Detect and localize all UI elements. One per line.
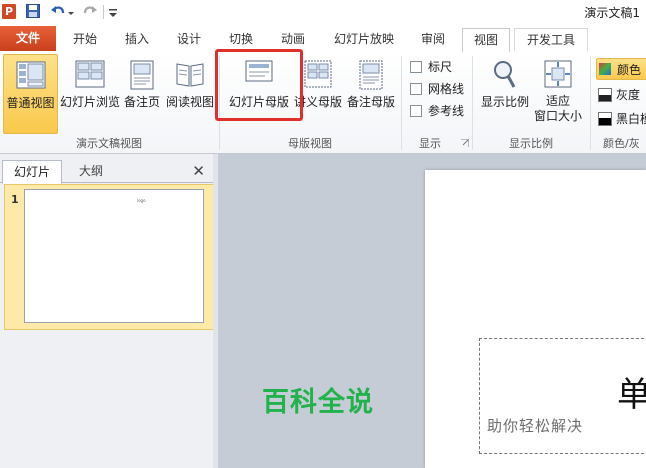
slide-sorter-label: 幻灯片浏览 — [59, 95, 120, 109]
grayscale-swatch-icon — [598, 88, 612, 102]
title-bar: P 演示文稿1 — [0, 0, 646, 25]
color-swatch-icon — [599, 63, 611, 75]
notes-page-button[interactable]: 备注页 — [122, 54, 162, 132]
reading-view-button[interactable]: 阅读视图 — [164, 54, 216, 132]
notes-page-icon — [130, 60, 154, 90]
undo-dropdown-icon[interactable] — [67, 4, 75, 20]
black-white-option[interactable]: 黑白模 — [596, 108, 646, 128]
tab-home[interactable]: 开始 — [62, 28, 108, 51]
group-label-presentation-views: 演示文稿视图 — [76, 137, 142, 150]
customize-quick-access-icon[interactable] — [108, 4, 118, 20]
slide-sorter-icon — [75, 60, 105, 88]
panel-tab-slides[interactable]: 幻灯片 — [2, 160, 62, 184]
zoom-label: 显示比例 — [480, 95, 529, 109]
tab-design[interactable]: 设计 — [166, 28, 212, 51]
tab-animations[interactable]: 动画 — [270, 28, 316, 51]
grayscale-option-label: 灰度 — [616, 88, 641, 102]
slides-panel: 幻灯片 大纲 ✕ 1 logo — [0, 154, 214, 468]
black-white-option-label: 黑白模 — [616, 112, 646, 126]
group-label-show: 显示 — [419, 137, 441, 150]
slide-master-highlight — [215, 49, 303, 121]
slide-thumbnail-image[interactable]: logo — [24, 189, 204, 323]
ribbon-tabs: 文件 开始 插入 设计 切换 动画 幻灯片放映 审阅 视图 开发工具 — [0, 24, 646, 76]
black-white-swatch-icon — [598, 112, 612, 126]
tab-review[interactable]: 审阅 — [410, 28, 456, 51]
ribbon-view: 普通视图 幻灯片浏览 备注页 阅读视图 演示文稿视图 幻灯片母版 讲义母版 备注… — [0, 52, 646, 154]
handout-master-icon — [304, 60, 332, 88]
reading-view-icon — [176, 63, 204, 87]
guides-checkbox-box[interactable] — [410, 105, 422, 117]
slide-number: 1 — [11, 193, 19, 206]
tab-developer[interactable]: 开发工具 — [514, 28, 588, 51]
reading-view-label: 阅读视图 — [165, 95, 214, 109]
normal-view-icon — [16, 61, 45, 89]
fit-label-line1: 适应 — [545, 94, 570, 108]
group-label-zoom: 显示比例 — [509, 137, 553, 150]
notes-master-label: 备注母版 — [346, 95, 395, 109]
fit-to-window-button[interactable]: 适应 窗口大小 — [534, 54, 582, 132]
group-label-color: 颜色/灰 — [603, 137, 640, 150]
undo-icon[interactable] — [50, 4, 66, 20]
close-icon[interactable]: ✕ — [192, 162, 205, 180]
show-group-launcher-icon[interactable] — [461, 139, 469, 147]
panel-tabs: 幻灯片 大纲 ✕ — [0, 158, 213, 184]
tab-insert[interactable]: 插入 — [114, 28, 160, 51]
magnifier-icon — [494, 61, 516, 88]
slide-sorter-button[interactable]: 幻灯片浏览 — [58, 54, 122, 132]
slide-title-text[interactable]: 单 — [617, 367, 646, 416]
slide-thumbnail-1[interactable]: 1 logo — [4, 184, 214, 330]
ruler-checkbox-box[interactable] — [410, 61, 422, 73]
tab-transitions[interactable]: 切换 — [218, 28, 264, 51]
color-option[interactable]: 颜色 — [596, 58, 646, 80]
notes-master-button[interactable]: 备注母版 — [344, 54, 398, 132]
normal-view-label: 普通视图 — [6, 96, 55, 110]
grayscale-option[interactable]: 灰度 — [596, 84, 646, 104]
guides-label: 参考线 — [428, 104, 465, 118]
redo-icon[interactable] — [82, 4, 98, 20]
ruler-label: 标尺 — [428, 60, 453, 74]
tab-file[interactable]: 文件 — [0, 26, 56, 51]
group-label-master-views: 母版视图 — [288, 137, 332, 150]
notes-master-icon — [359, 60, 383, 90]
watermark-title: 百科全说 — [262, 387, 374, 418]
fit-label-line2: 窗口大小 — [534, 109, 583, 123]
watermark-subtitle: 助你轻松解决 — [487, 417, 584, 435]
tab-view[interactable]: 视图 — [462, 28, 510, 53]
normal-view-button[interactable]: 普通视图 — [3, 54, 58, 134]
gridlines-label: 网格线 — [428, 82, 465, 96]
color-option-label: 颜色 — [617, 63, 642, 77]
quick-access-separator — [103, 5, 104, 19]
gridlines-checkbox-box[interactable] — [410, 83, 422, 95]
notes-page-label: 备注页 — [123, 95, 160, 109]
save-icon[interactable] — [26, 4, 40, 18]
powerpoint-app-icon[interactable]: P — [2, 4, 16, 19]
fit-to-window-label: 适应 窗口大小 — [534, 94, 582, 124]
tab-slideshow[interactable]: 幻灯片放映 — [322, 28, 406, 51]
document-title: 演示文稿1 — [584, 6, 640, 20]
panel-tab-outline[interactable]: 大纲 — [62, 160, 120, 182]
fit-to-window-icon — [544, 60, 572, 88]
thumbnail-text: logo — [137, 198, 146, 203]
zoom-button[interactable]: 显示比例 — [478, 54, 532, 132]
